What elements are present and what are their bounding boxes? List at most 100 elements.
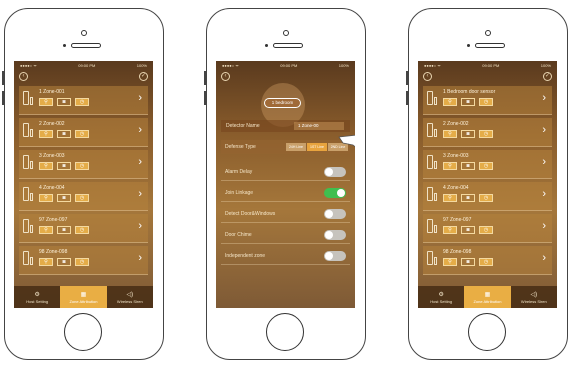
- delay-icon[interactable]: ◷: [479, 130, 493, 138]
- setting-toggle[interactable]: [324, 167, 346, 177]
- tab-host-setting[interactable]: ⚙ Host Setting: [14, 286, 60, 308]
- home-button[interactable]: [64, 313, 102, 351]
- chevron-right-icon[interactable]: ›: [138, 253, 142, 264]
- defense-option-24h[interactable]: 24H Line: [286, 143, 306, 151]
- chevron-right-icon[interactable]: ›: [138, 189, 142, 200]
- delay-icon[interactable]: ◷: [75, 98, 89, 106]
- link-icon[interactable]: ⚲: [443, 194, 457, 202]
- link-glyph: ⚲: [448, 162, 452, 169]
- zone-row[interactable]: 2 Zone-002 ⚲ ◙ ◷ ›: [423, 118, 552, 147]
- door-icon[interactable]: ◙: [57, 98, 71, 106]
- zone-row[interactable]: 98 Zone-098 ⚲ ◙ ◷ ›: [423, 246, 552, 275]
- defense-option-1st[interactable]: 1ST Line: [307, 143, 327, 151]
- back-icon[interactable]: ‹: [423, 72, 432, 81]
- setting-toggle[interactable]: [324, 209, 346, 219]
- zone-row[interactable]: 3 Zone-003 ⚲ ◙ ◷ ›: [423, 150, 552, 179]
- chevron-right-icon[interactable]: ›: [542, 221, 546, 232]
- link-icon[interactable]: ⚲: [39, 226, 53, 234]
- zone-row[interactable]: 1 Zone-001 ⚲ ◙ ◷ ›: [19, 86, 148, 115]
- tab-label: Wireless Siren: [116, 298, 143, 304]
- delay-icon[interactable]: ◷: [479, 162, 493, 170]
- delay-icon[interactable]: ◷: [75, 194, 89, 202]
- chevron-right-icon[interactable]: ›: [542, 157, 546, 168]
- detector-name-input[interactable]: 1 Zone-00: [294, 122, 344, 130]
- delay-icon[interactable]: ◷: [479, 98, 493, 106]
- delay-icon[interactable]: ◷: [479, 258, 493, 266]
- zone-attribute-icons: ⚲ ◙ ◷: [39, 258, 89, 266]
- setting-toggle[interactable]: [324, 188, 346, 198]
- door-icon[interactable]: ◙: [57, 258, 71, 266]
- zone-row[interactable]: 4 Zone-004 ⚲ ◙ ◷ ›: [423, 182, 552, 211]
- door-icon[interactable]: ◙: [461, 98, 475, 106]
- chevron-right-icon[interactable]: ›: [138, 221, 142, 232]
- zone-row[interactable]: 2 Zone-002 ⚲ ◙ ◷ ›: [19, 118, 148, 147]
- zone-row[interactable]: 97 Zone-097 ⚲ ◙ ◷ ›: [19, 214, 148, 243]
- link-icon[interactable]: ⚲: [443, 258, 457, 266]
- home-button[interactable]: [266, 313, 304, 351]
- zone-row[interactable]: 98 Zone-098 ⚲ ◙ ◷ ›: [19, 246, 148, 275]
- link-icon[interactable]: ⚲: [443, 130, 457, 138]
- delay-glyph: ◷: [483, 162, 489, 169]
- link-icon[interactable]: ⚲: [39, 130, 53, 138]
- status-bar: ●●●●○ ᯤ 09:00 PM 100%: [14, 61, 153, 70]
- delay-icon[interactable]: ◷: [75, 226, 89, 234]
- chevron-right-icon[interactable]: ›: [542, 189, 546, 200]
- zone-attribute-icons: ⚲ ◙ ◷: [443, 130, 493, 138]
- delay-icon[interactable]: ◷: [479, 226, 493, 234]
- confirm-icon[interactable]: ✓: [543, 72, 552, 81]
- link-glyph: ⚲: [448, 226, 452, 233]
- tab-zone-attribution[interactable]: ▦ Zone Attribution: [464, 286, 511, 308]
- link-icon[interactable]: ⚲: [39, 258, 53, 266]
- chevron-right-icon[interactable]: ›: [542, 93, 546, 104]
- tab-zone-attribution[interactable]: ▦ Zone Attribution: [60, 286, 107, 308]
- zone-name: 97 Zone-097: [39, 217, 68, 223]
- setting-row: Independent zone: [221, 248, 350, 265]
- tab-label: Zone Attribution: [69, 298, 98, 304]
- back-icon[interactable]: ‹: [221, 72, 230, 81]
- door-icon[interactable]: ◙: [461, 130, 475, 138]
- back-icon[interactable]: ‹: [19, 72, 28, 81]
- zone-row[interactable]: 97 Zone-097 ⚲ ◙ ◷ ›: [423, 214, 552, 243]
- link-icon[interactable]: ⚲: [443, 162, 457, 170]
- door-icon[interactable]: ◙: [57, 194, 71, 202]
- delay-icon[interactable]: ◷: [75, 130, 89, 138]
- delay-icon[interactable]: ◷: [479, 194, 493, 202]
- zone-row[interactable]: 4 Zone-004 ⚲ ◙ ◷ ›: [19, 182, 148, 211]
- zone-attribution-icon: ▦: [484, 291, 491, 298]
- detector-name-row[interactable]: Detector Name 1 Zone-00: [221, 120, 350, 132]
- confirm-icon[interactable]: ✓: [139, 72, 148, 81]
- link-icon[interactable]: ⚲: [39, 162, 53, 170]
- door-icon[interactable]: ◙: [57, 130, 71, 138]
- door-icon[interactable]: ◙: [461, 162, 475, 170]
- zone-name: 1 Zone-001: [39, 89, 65, 95]
- chevron-right-icon[interactable]: ›: [138, 157, 142, 168]
- link-icon[interactable]: ⚲: [39, 98, 53, 106]
- tab-wireless-siren[interactable]: ◁) Wireless Siren: [107, 286, 153, 308]
- door-icon[interactable]: ◙: [461, 226, 475, 234]
- chevron-right-icon[interactable]: ›: [138, 93, 142, 104]
- setting-toggle[interactable]: [324, 230, 346, 240]
- delay-icon[interactable]: ◷: [75, 162, 89, 170]
- door-icon[interactable]: ◙: [461, 258, 475, 266]
- chevron-right-icon[interactable]: ›: [542, 125, 546, 136]
- chevron-right-icon[interactable]: ›: [138, 125, 142, 136]
- zone-list-screen: ●●●●○ ᯤ 09:00 PM 100% ‹ ✓ 1 Bedroom door…: [418, 61, 557, 308]
- link-icon[interactable]: ⚲: [443, 226, 457, 234]
- volume-button: [406, 71, 409, 85]
- link-icon[interactable]: ⚲: [443, 98, 457, 106]
- zone-row[interactable]: 1 Bedroom door sensor ⚲ ◙ ◷ ›: [423, 86, 552, 115]
- battery-level: 100%: [136, 63, 147, 68]
- tab-host-setting[interactable]: ⚙ Host Setting: [418, 286, 464, 308]
- home-button[interactable]: [468, 313, 506, 351]
- door-icon[interactable]: ◙: [461, 194, 475, 202]
- zone-row[interactable]: 3 Zone-003 ⚲ ◙ ◷ ›: [19, 150, 148, 179]
- door-icon[interactable]: ◙: [57, 226, 71, 234]
- tab-wireless-siren[interactable]: ◁) Wireless Siren: [511, 286, 557, 308]
- link-icon[interactable]: ⚲: [39, 194, 53, 202]
- setting-toggle[interactable]: [324, 251, 346, 261]
- defense-type-label: Defense Type: [225, 144, 256, 150]
- delay-icon[interactable]: ◷: [75, 258, 89, 266]
- sensor-device-icon: [427, 187, 433, 201]
- chevron-right-icon[interactable]: ›: [542, 253, 546, 264]
- door-icon[interactable]: ◙: [57, 162, 71, 170]
